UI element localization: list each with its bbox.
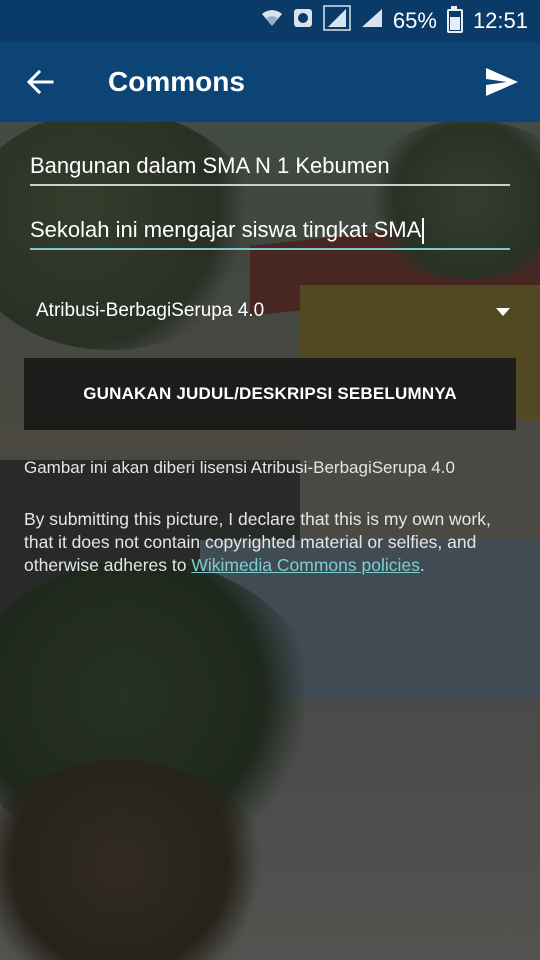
dropdown-arrow-icon xyxy=(496,308,510,316)
signal-sim2-icon xyxy=(361,8,383,34)
app-bar: Commons xyxy=(0,42,540,122)
battery-icon xyxy=(446,6,463,33)
arrow-back-icon[interactable] xyxy=(18,60,62,104)
description-underline xyxy=(30,248,510,250)
title-field[interactable]: Bangunan dalam SMA N 1 Kebumen xyxy=(30,150,510,186)
status-bar: 65% 12:51 xyxy=(0,0,540,42)
title-underline xyxy=(30,184,510,186)
description-input[interactable]: Sekolah ini mengajar siswa tingkat SMA xyxy=(30,217,421,242)
policies-link[interactable]: Wikimedia Commons policies xyxy=(191,555,420,575)
license-spinner[interactable]: Atribusi-BerbagiSerupa 4.0 xyxy=(36,296,516,326)
declaration-text: By submitting this picture, I declare th… xyxy=(24,508,516,577)
license-note: Gambar ini akan diberi lisensi Atribusi-… xyxy=(24,458,455,477)
battery-percent: 65% xyxy=(392,8,437,33)
use-previous-button[interactable]: GUNAKAN JUDUL/DESKRIPSI SEBELUMNYA xyxy=(24,358,516,430)
text-cursor xyxy=(422,218,425,245)
send-icon[interactable] xyxy=(478,58,526,106)
data-saver-icon xyxy=(293,8,313,34)
signal-sim1-icon xyxy=(323,5,351,37)
title-input[interactable]: Bangunan dalam SMA N 1 Kebumen xyxy=(30,150,510,182)
declaration-end: . xyxy=(419,555,425,575)
background-photo xyxy=(0,0,540,960)
clock: 12:51 xyxy=(472,8,528,33)
license-selected: Atribusi-BerbagiSerupa 4.0 xyxy=(36,300,265,321)
wifi-icon xyxy=(261,8,283,34)
page-title: Commons xyxy=(108,66,245,97)
description-field[interactable]: Sekolah ini mengajar siswa tingkat SMA xyxy=(30,214,510,250)
